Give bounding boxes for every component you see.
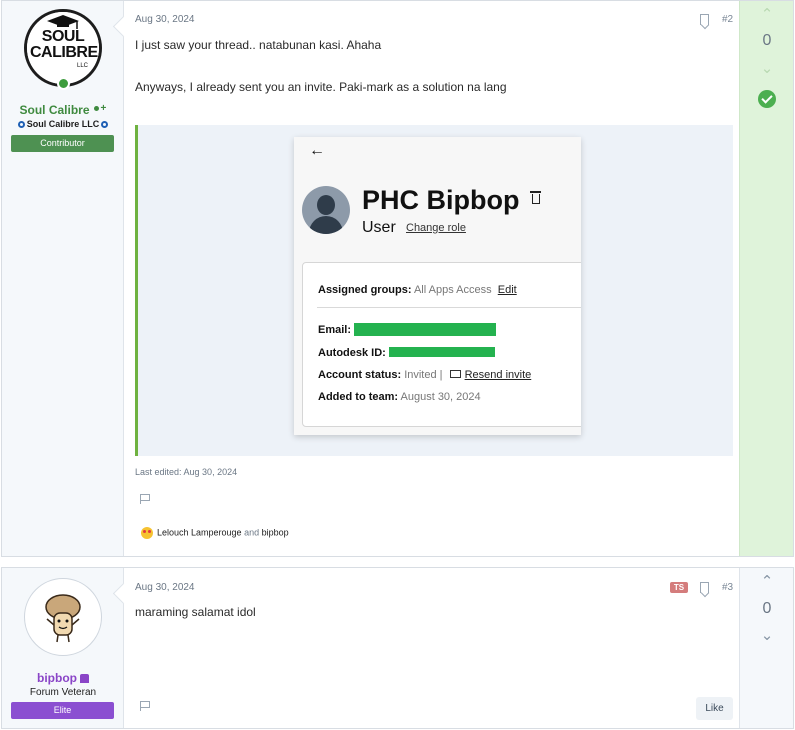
added-to-team-row: Added to team: August 30, 2024 <box>318 391 481 403</box>
attachment-block: ← PHC Bipbop User Change role Assigned g… <box>135 125 733 456</box>
post-number[interactable]: #2 <box>722 14 733 25</box>
post-number[interactable]: #3 <box>722 582 733 593</box>
online-status-icon <box>57 77 70 90</box>
email-row: Email: <box>318 324 352 336</box>
assigned-groups-row: Assigned groups: All Apps Access Edit <box>318 284 517 296</box>
logo-suffix: LLC <box>77 63 89 69</box>
vote-column: ⌃ 0 ⌄ <box>739 568 793 728</box>
reaction-and: and <box>244 527 260 538</box>
message-line-2: Anyways, I already sent you an invite. P… <box>135 80 507 94</box>
bookmark-icon[interactable] <box>700 14 709 25</box>
user-placeholder-icon <box>302 186 350 234</box>
avatar[interactable] <box>24 578 102 656</box>
logo-text: SOUL CALIBRE <box>30 28 98 61</box>
upvote-icon[interactable]: ⌃ <box>740 572 794 590</box>
attachment-role: User <box>362 219 396 236</box>
mail-icon <box>449 370 461 378</box>
solution-check-icon[interactable] <box>758 90 776 108</box>
like-button[interactable]: Like <box>696 697 733 720</box>
post-date[interactable]: Aug 30, 2024 <box>135 582 195 593</box>
avatar[interactable]: SOUL CALIBRE LLC <box>24 9 102 90</box>
avatar-image <box>24 578 102 656</box>
user-title: Forum Veteran <box>29 687 97 698</box>
downvote-icon[interactable]: ⌄ <box>740 59 794 77</box>
attachment-details-card: Assigned groups: All Apps Access Edit Em… <box>302 262 581 427</box>
user-column: SOUL CALIBRE LLC Soul Calibre Soul Calib… <box>2 1 124 556</box>
autodesk-id-row: Autodesk ID: <box>318 347 386 359</box>
account-status-row: Account status: Invited | Resend invite <box>318 369 532 381</box>
user-title-text: Soul Calibre LLC <box>26 119 100 129</box>
vote-count: 0 <box>762 600 772 617</box>
badge-icon <box>101 121 109 129</box>
autodesk-id-redaction <box>389 347 495 357</box>
message-text: maraming salamat idol <box>135 605 256 619</box>
back-arrow-icon: ← <box>309 142 325 159</box>
bookmark-icon[interactable] <box>700 582 709 593</box>
user-rank-icon <box>79 674 89 684</box>
downvote-icon[interactable]: ⌄ <box>740 626 794 644</box>
username[interactable]: bipbop <box>2 671 124 685</box>
last-edited: Last edited: Aug 30, 2024 <box>135 467 238 477</box>
reaction-user-1[interactable]: Lelouch Lamperouge <box>157 527 242 537</box>
post-date[interactable]: Aug 30, 2024 <box>135 14 195 25</box>
reaction-user-2[interactable]: bipbop <box>262 527 289 537</box>
report-flag-icon[interactable] <box>140 494 150 504</box>
username-text[interactable]: bipbop <box>37 671 77 685</box>
user-column: bipbop Forum Veteran Elite <box>2 568 124 728</box>
vote-column: ⌃ 0 ⌄ <box>739 1 793 556</box>
badge-icon <box>17 121 25 129</box>
user-banner: Contributor <box>11 135 114 152</box>
upvote-icon[interactable]: ⌃ <box>740 5 794 23</box>
change-role-link: Change role <box>406 222 466 234</box>
user-banner: Elite <box>11 702 114 719</box>
post-3: bipbop Forum Veteran Elite Aug 30, 2024 … <box>1 567 794 729</box>
thread-starter-badge: TS <box>670 582 688 593</box>
username-text[interactable]: Soul Calibre <box>19 103 89 117</box>
post-2: SOUL CALIBRE LLC Soul Calibre Soul Calib… <box>1 0 794 557</box>
reactions-bar[interactable]: Lelouch Lamperouge and bipbop <box>141 527 289 539</box>
message-line-1: I just saw your thread.. natabunan kasi.… <box>135 38 382 52</box>
card-divider <box>317 307 581 308</box>
follow-user-icon <box>93 103 107 116</box>
report-flag-icon[interactable] <box>140 701 150 711</box>
heart-eyes-emoji-icon <box>141 527 153 539</box>
email-redaction <box>354 323 496 336</box>
attachment-user-name: PHC Bipbop <box>362 185 520 215</box>
trash-icon <box>530 191 541 204</box>
attachment-image[interactable]: ← PHC Bipbop User Change role Assigned g… <box>294 137 581 435</box>
avatar-image: SOUL CALIBRE LLC <box>24 9 102 87</box>
vote-count: 0 <box>762 32 772 49</box>
user-title: Soul Calibre LLC <box>2 119 124 129</box>
username[interactable]: Soul Calibre <box>2 103 124 117</box>
